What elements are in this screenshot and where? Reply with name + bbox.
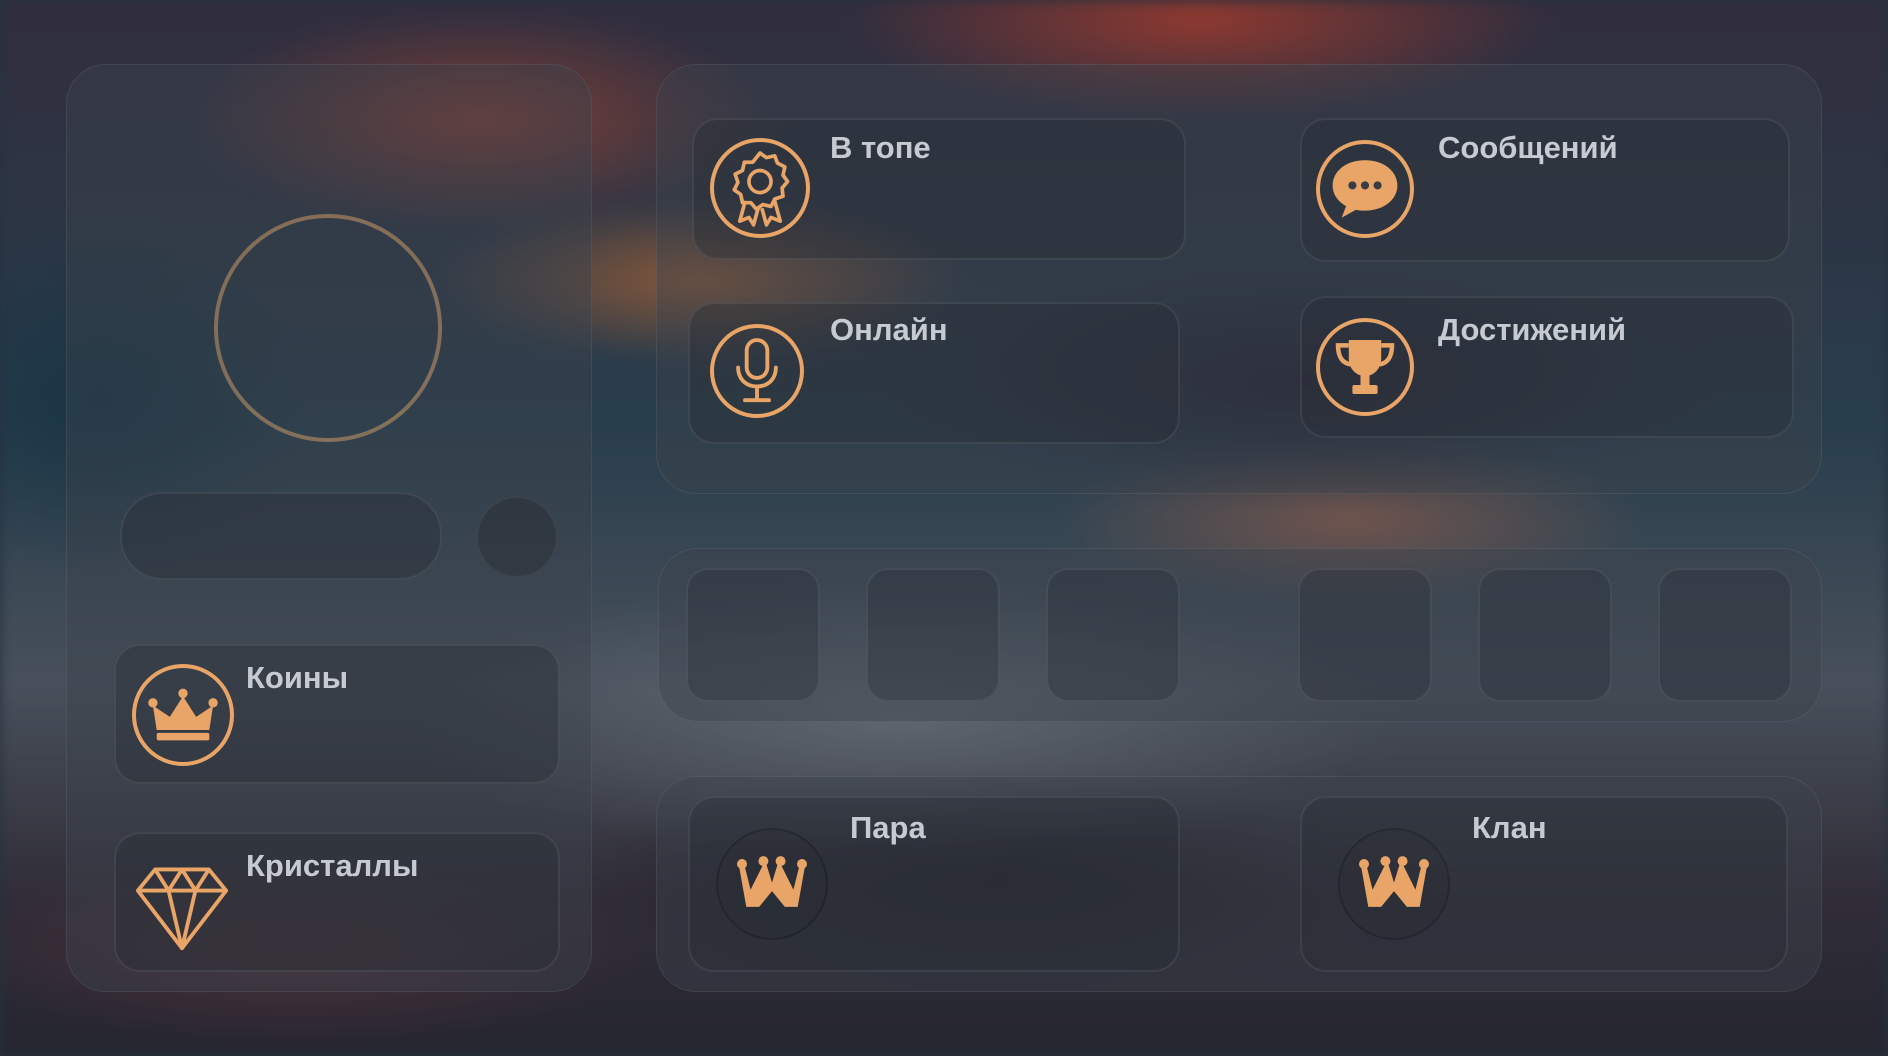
inventory-slot[interactable]: [1658, 568, 1792, 702]
inventory-slot[interactable]: [1046, 568, 1180, 702]
inventory-slot[interactable]: [1478, 568, 1612, 702]
top-label: В топе: [830, 130, 931, 165]
status-indicator[interactable]: [476, 496, 558, 578]
coins-label: Коины: [246, 660, 349, 695]
slots-panel: [658, 548, 1822, 722]
award-ribbon-icon: [710, 138, 810, 238]
clan-crown-icon: [736, 854, 808, 914]
messages-label: Сообщений: [1438, 130, 1618, 165]
microphone-icon: [710, 324, 804, 418]
avatar[interactable]: [214, 214, 442, 442]
clan-label: Клан: [1472, 810, 1547, 845]
diamond-icon: [134, 856, 230, 952]
chat-bubble-icon: [1316, 140, 1414, 238]
crown-icon: [132, 664, 234, 766]
trophy-icon: [1316, 318, 1414, 416]
username-field[interactable]: [120, 492, 442, 580]
achievements-label: Достижений: [1438, 312, 1627, 347]
online-label: Онлайн: [830, 312, 948, 347]
clan-crown-icon: [1358, 854, 1430, 914]
inventory-slot[interactable]: [866, 568, 1000, 702]
inventory-slot[interactable]: [1298, 568, 1432, 702]
inventory-slot[interactable]: [686, 568, 820, 702]
crystals-label: Кристаллы: [246, 848, 419, 883]
pair-label: Пара: [850, 810, 926, 845]
